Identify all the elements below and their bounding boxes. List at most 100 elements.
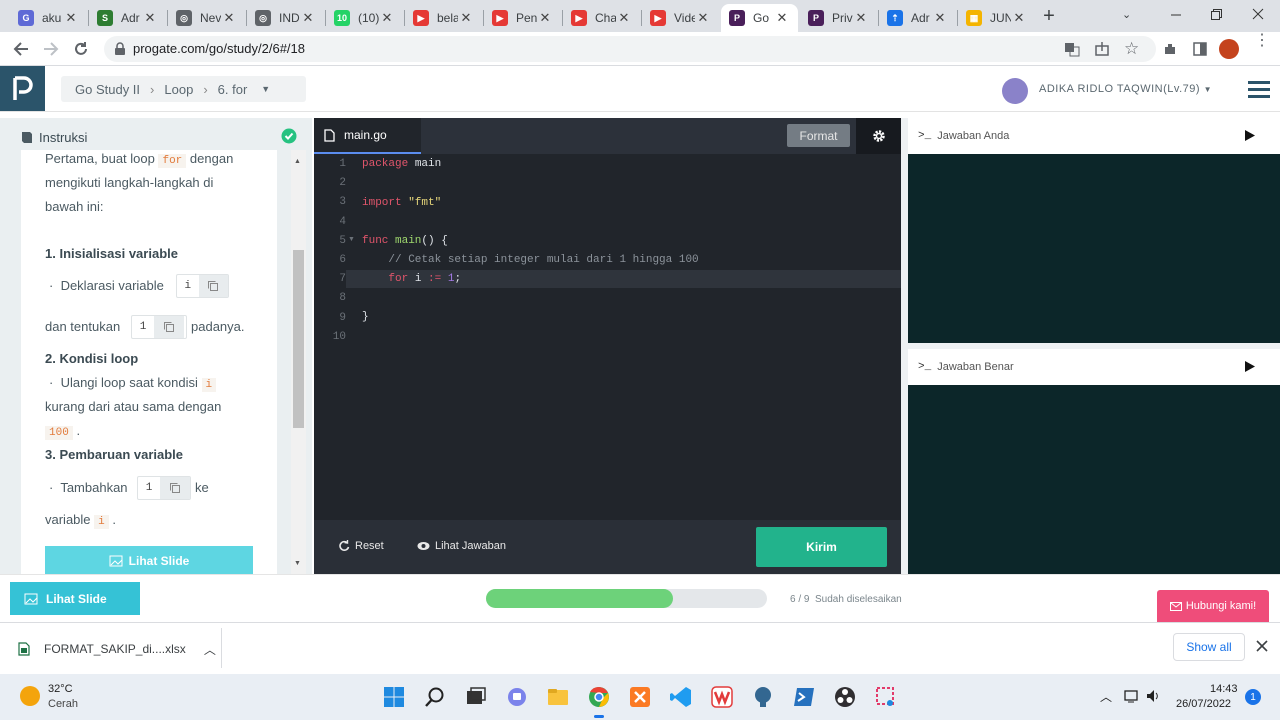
- browser-tab[interactable]: ▶ bela ✕: [405, 4, 482, 32]
- code-line-9[interactable]: }: [362, 311, 369, 323]
- teams-chat-icon[interactable]: [505, 685, 529, 709]
- hamburger-menu-icon[interactable]: [1248, 80, 1270, 98]
- play-icon[interactable]: [1244, 360, 1256, 373]
- copy-icon[interactable]: [198, 275, 228, 297]
- copy-icon[interactable]: [160, 477, 190, 499]
- postgresql-icon[interactable]: [751, 685, 775, 709]
- browser-tab[interactable]: 10 (10) ✕: [326, 4, 403, 32]
- restore-button[interactable]: [1208, 6, 1224, 22]
- tray-overflow-icon[interactable]: ︿: [1100, 688, 1112, 705]
- weather-sun-icon[interactable]: [20, 686, 40, 706]
- profile-avatar[interactable]: [1219, 39, 1239, 59]
- notification-badge[interactable]: 1: [1245, 689, 1261, 705]
- instruction-scrollbar[interactable]: ▲ ▼: [291, 150, 306, 574]
- task-view-icon[interactable]: [464, 685, 488, 709]
- browser-tab[interactable]: ▶ Cha ✕: [563, 4, 640, 32]
- code-line-7[interactable]: for i := 1;: [362, 273, 461, 285]
- view-answer-button[interactable]: Lihat Jawaban: [417, 540, 506, 552]
- user-avatar[interactable]: [1002, 78, 1028, 104]
- close-window-button[interactable]: [1250, 6, 1266, 22]
- breadcrumb-chapter[interactable]: Loop: [164, 82, 193, 97]
- file-tab[interactable]: main.go: [314, 118, 421, 154]
- progate-logo[interactable]: [0, 66, 45, 111]
- side-panel-icon[interactable]: [1192, 41, 1208, 57]
- play-icon[interactable]: [1244, 129, 1256, 142]
- scrollbar-thumb[interactable]: [293, 250, 304, 428]
- caret-down-icon[interactable]: ▼: [261, 84, 270, 94]
- browser-tab[interactable]: ▶ Vide ✕: [642, 4, 719, 32]
- network-icon[interactable]: [1124, 689, 1140, 703]
- menu-dots-icon[interactable]: ⋮: [1254, 33, 1270, 49]
- copy-icon[interactable]: [154, 316, 184, 338]
- breadcrumb-course[interactable]: Go Study II: [75, 82, 140, 97]
- breadcrumb-lesson[interactable]: 6. for: [218, 82, 248, 97]
- vscode-icon[interactable]: [669, 685, 693, 709]
- close-downloads-icon[interactable]: [1256, 640, 1268, 652]
- windows-start-icon[interactable]: [382, 685, 406, 709]
- chrome-icon[interactable]: [587, 685, 611, 709]
- contact-button[interactable]: Hubungi kami!: [1157, 590, 1269, 622]
- slide-button[interactable]: Lihat Slide: [45, 546, 253, 574]
- powershell-icon[interactable]: [792, 685, 816, 709]
- close-tab-icon[interactable]: ✕: [458, 10, 474, 26]
- snipping-tool-icon[interactable]: [874, 685, 898, 709]
- clock-time[interactable]: 14:43: [1210, 683, 1238, 695]
- close-tab-icon[interactable]: ✕: [379, 10, 395, 26]
- submit-button[interactable]: Kirim: [756, 527, 887, 567]
- scroll-down-icon[interactable]: ▼: [294, 560, 301, 567]
- download-item[interactable]: FORMAT_SAKIP_di....xlsx ︿: [14, 630, 220, 668]
- footer-slide-button[interactable]: Lihat Slide: [10, 582, 140, 615]
- browser-tab[interactable]: P Priv ✕: [800, 4, 877, 32]
- weather-status[interactable]: Cerah: [48, 698, 78, 710]
- chevron-up-icon[interactable]: ︿: [204, 641, 216, 658]
- reset-button[interactable]: Reset: [338, 540, 384, 552]
- browser-tab[interactable]: ◎ IND ✕: [247, 4, 324, 32]
- tab-search-icon[interactable]: ⌄: [1122, 8, 1131, 21]
- close-tab-icon[interactable]: ✕: [616, 10, 632, 26]
- close-tab-icon[interactable]: ✕: [853, 10, 869, 26]
- reload-icon[interactable]: [72, 40, 90, 58]
- close-tab-icon[interactable]: ✕: [774, 10, 790, 26]
- browser-tab[interactable]: ▶ Pen ✕: [484, 4, 561, 32]
- back-icon[interactable]: [12, 40, 30, 58]
- format-button[interactable]: Format: [787, 124, 850, 147]
- browser-tab[interactable]: P Go ✕: [721, 4, 798, 32]
- weather-temp[interactable]: 32°C: [48, 683, 73, 695]
- translate-icon[interactable]: [1064, 41, 1080, 57]
- browser-tab[interactable]: ▦ JUN ✕: [958, 4, 1035, 32]
- bookmark-star-icon[interactable]: ☆: [1124, 39, 1139, 59]
- close-tab-icon[interactable]: ✕: [695, 10, 711, 26]
- extensions-icon[interactable]: [1162, 41, 1178, 57]
- xampp-icon[interactable]: [628, 685, 652, 709]
- code-line-6[interactable]: // Cetak setiap integer mulai dari 1 hin…: [362, 254, 698, 266]
- obs-icon[interactable]: [833, 685, 857, 709]
- clock-date[interactable]: 26/07/2022: [1176, 698, 1231, 710]
- close-tab-icon[interactable]: ✕: [1011, 10, 1027, 26]
- new-tab-button[interactable]: +: [1038, 6, 1060, 28]
- close-tab-icon[interactable]: ✕: [300, 10, 316, 26]
- file-explorer-icon[interactable]: [546, 685, 570, 709]
- settings-gear-icon[interactable]: [856, 118, 901, 154]
- browser-tab[interactable]: Gaku ✕: [10, 4, 87, 32]
- browser-tab[interactable]: ◎ Nev ✕: [168, 4, 245, 32]
- wps-office-icon[interactable]: [710, 685, 734, 709]
- close-tab-icon[interactable]: ✕: [142, 10, 158, 26]
- share-icon[interactable]: [1094, 41, 1110, 57]
- volume-icon[interactable]: [1146, 689, 1162, 703]
- fold-caret-icon[interactable]: ▼: [348, 236, 355, 243]
- code-line-1[interactable]: package main: [362, 158, 441, 170]
- close-tab-icon[interactable]: ✕: [537, 10, 553, 26]
- search-icon[interactable]: [423, 685, 447, 709]
- close-tab-icon[interactable]: ✕: [221, 10, 237, 26]
- code-line-5[interactable]: func main() {: [362, 235, 448, 247]
- scroll-up-icon[interactable]: ▲: [294, 158, 301, 165]
- close-tab-icon[interactable]: ✕: [63, 10, 79, 26]
- user-name[interactable]: ADIKA RIDLO TAQWIN(Lv.79) ▼: [1039, 83, 1212, 95]
- code-line-3[interactable]: import "fmt": [362, 197, 441, 209]
- minimize-button[interactable]: [1168, 6, 1184, 22]
- close-tab-icon[interactable]: ✕: [932, 10, 948, 26]
- show-all-button[interactable]: Show all: [1173, 633, 1245, 661]
- browser-tab[interactable]: ⇡ Adr ✕: [879, 4, 956, 32]
- browser-tab[interactable]: S Adr ✕: [89, 4, 166, 32]
- forward-icon[interactable]: [42, 40, 60, 58]
